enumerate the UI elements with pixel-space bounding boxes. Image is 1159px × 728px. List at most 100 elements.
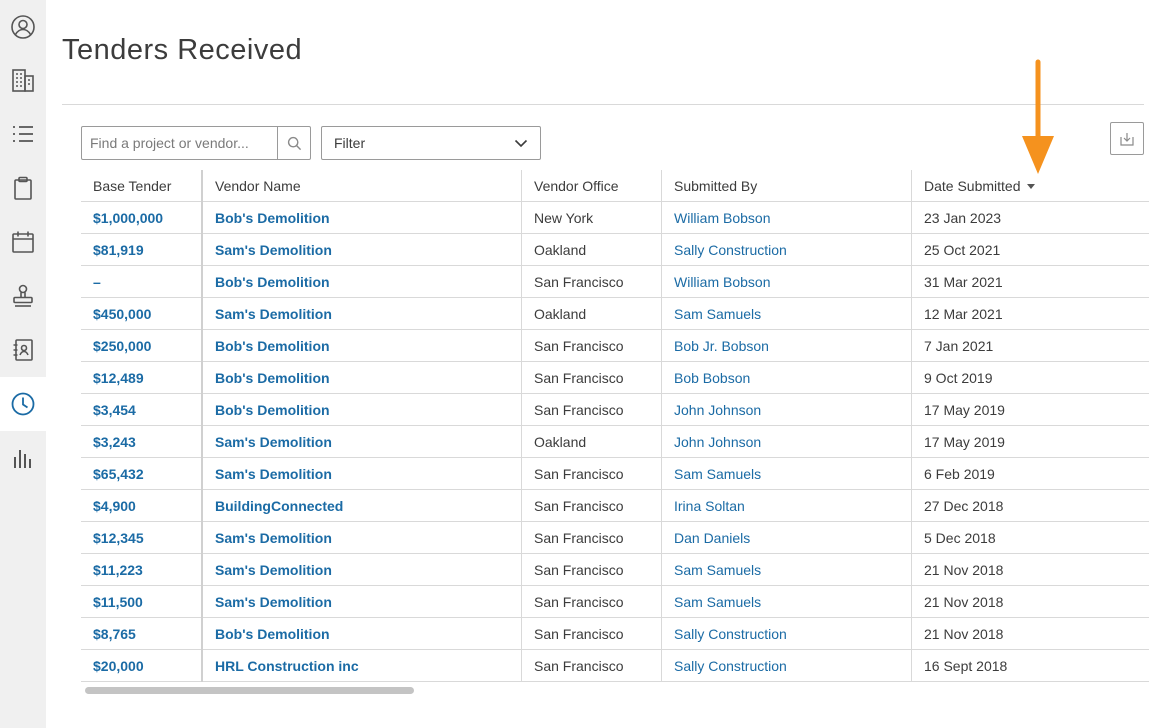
nav-address-book[interactable] — [0, 323, 46, 377]
submitted-by-link[interactable]: Bob Bobson — [661, 362, 911, 394]
base-tender-cell[interactable]: $11,223 — [81, 554, 201, 586]
date-submitted-cell: 27 Dec 2018 — [911, 490, 1149, 522]
table-row[interactable]: $11,500 Sam's Demolition San Francisco Sam … — [81, 586, 1149, 618]
date-submitted-cell: 21 Nov 2018 — [911, 618, 1149, 650]
annotation-arrow-icon — [1022, 59, 1054, 174]
vendor-name-link[interactable]: Sam's Demolition — [201, 298, 521, 330]
sort-desc-icon[interactable] — [1026, 183, 1035, 189]
arrow-head — [1022, 136, 1054, 174]
base-tender-cell[interactable]: – — [81, 266, 201, 298]
base-tender-cell[interactable]: $11,500 — [81, 586, 201, 618]
clock-icon — [11, 392, 35, 416]
base-tender-cell[interactable]: $450,000 — [81, 298, 201, 330]
base-tender-cell[interactable]: $1,000,000 — [81, 202, 201, 234]
nav-calendar[interactable] — [0, 215, 46, 269]
vendor-name-link[interactable]: BuildingConnected — [201, 490, 521, 522]
vendor-name-link[interactable]: Bob's Demolition — [201, 394, 521, 426]
nav-history[interactable] — [0, 377, 46, 431]
vendor-office-cell: Oakland — [521, 298, 661, 330]
submitted-by-link[interactable]: William Bobson — [661, 202, 911, 234]
header-base-tender[interactable]: Base Tender — [81, 170, 201, 202]
bar-chart-icon — [14, 450, 31, 468]
table-row[interactable]: $81,919 Sam's Demolition Oakland Sally Cons… — [81, 234, 1149, 266]
submitted-by-link[interactable]: Sally Construction — [661, 650, 911, 682]
table-row[interactable]: $1,000,000 Bob's Demolition New York Willia… — [81, 202, 1149, 234]
list-icon — [13, 126, 33, 142]
vendor-name-link[interactable]: Sam's Demolition — [201, 234, 521, 266]
date-submitted-cell: 12 Mar 2021 — [911, 298, 1149, 330]
table-row[interactable]: $11,223 Sam's Demolition San Francisco Sam … — [81, 554, 1149, 586]
submitted-by-link[interactable]: Sally Construction — [661, 234, 911, 266]
submitted-by-link[interactable]: Sally Construction — [661, 618, 911, 650]
vendor-office-cell: San Francisco — [521, 522, 661, 554]
table-row[interactable]: $4,900 BuildingConnected San Francisco Irin… — [81, 490, 1149, 522]
vendor-office-cell: San Francisco — [521, 650, 661, 682]
table-row[interactable]: $3,243 Sam's Demolition Oakland John Johnso… — [81, 426, 1149, 458]
table-row[interactable]: – Bob's Demolition San Francisco William Bo… — [81, 266, 1149, 298]
submitted-by-link[interactable]: William Bobson — [661, 266, 911, 298]
stamp-icon — [13, 284, 33, 307]
search-icon — [287, 136, 301, 150]
vendor-office-cell: San Francisco — [521, 554, 661, 586]
submitted-by-link[interactable]: Sam Samuels — [661, 554, 911, 586]
header-vendor-name[interactable]: Vendor Name — [201, 170, 521, 202]
base-tender-cell[interactable]: $3,454 — [81, 394, 201, 426]
submitted-by-link[interactable]: John Johnson — [661, 426, 911, 458]
base-tender-cell[interactable]: $8,765 — [81, 618, 201, 650]
header-date-submitted-label: Date Submitted — [924, 178, 1021, 194]
vendor-name-link[interactable]: Bob's Demolition — [201, 330, 521, 362]
table-row[interactable]: $3,454 Bob's Demolition San Francisco John … — [81, 394, 1149, 426]
header-vendor-office[interactable]: Vendor Office — [521, 170, 661, 202]
search-input[interactable] — [82, 127, 277, 159]
filter-dropdown[interactable]: Filter — [321, 126, 541, 160]
address-book-icon — [13, 339, 33, 361]
base-tender-cell[interactable]: $250,000 — [81, 330, 201, 362]
date-submitted-cell: 31 Mar 2021 — [911, 266, 1149, 298]
date-submitted-cell: 21 Nov 2018 — [911, 554, 1149, 586]
table-row[interactable]: $8,765 Bob's Demolition San Francisco Sally… — [81, 618, 1149, 650]
table-row[interactable]: $12,345 Sam's Demolition San Francisco Dan … — [81, 522, 1149, 554]
submitted-by-link[interactable]: Irina Soltan — [661, 490, 911, 522]
nav-list[interactable] — [0, 107, 46, 161]
vendor-name-link[interactable]: Sam's Demolition — [201, 554, 521, 586]
table-row[interactable]: $65,432 Sam's Demolition San Francisco Sam … — [81, 458, 1149, 490]
vendor-name-link[interactable]: Sam's Demolition — [201, 586, 521, 618]
table-header: Base Tender Vendor Name Vendor Office Su… — [81, 170, 1149, 202]
submitted-by-link[interactable]: Sam Samuels — [661, 298, 911, 330]
vendor-name-link[interactable]: Bob's Demolition — [201, 362, 521, 394]
submitted-by-link[interactable]: Sam Samuels — [661, 458, 911, 490]
table-row[interactable]: $250,000 Bob's Demolition San Francisco Bob… — [81, 330, 1149, 362]
vendor-name-link[interactable]: Bob's Demolition — [201, 266, 521, 298]
submitted-by-link[interactable]: John Johnson — [661, 394, 911, 426]
base-tender-cell[interactable]: $3,243 — [81, 426, 201, 458]
base-tender-cell[interactable]: $20,000 — [81, 650, 201, 682]
nav-companies[interactable] — [0, 53, 46, 107]
nav-stamp[interactable] — [0, 269, 46, 323]
vendor-name-link[interactable]: Bob's Demolition — [201, 618, 521, 650]
search-button[interactable] — [277, 127, 310, 159]
vendor-name-link[interactable]: Bob's Demolition — [201, 202, 521, 234]
nav-profile[interactable] — [0, 0, 46, 54]
vendor-name-link[interactable]: Sam's Demolition — [201, 426, 521, 458]
base-tender-cell[interactable]: $12,489 — [81, 362, 201, 394]
table-body: $1,000,000 Bob's Demolition New York Willia… — [81, 202, 1149, 682]
base-tender-cell[interactable]: $65,432 — [81, 458, 201, 490]
vendor-name-link[interactable]: Sam's Demolition — [201, 458, 521, 490]
export-button[interactable] — [1110, 122, 1144, 155]
vendor-name-link[interactable]: HRL Construction inc — [201, 650, 521, 682]
horizontal-scrollbar[interactable] — [85, 687, 414, 694]
nav-analytics[interactable] — [0, 431, 46, 485]
table-row[interactable]: $20,000 HRL Construction inc San Francisco… — [81, 650, 1149, 682]
submitted-by-link[interactable]: Sam Samuels — [661, 586, 911, 618]
table-row[interactable]: $450,000 Sam's Demolition Oakland Sam Samue… — [81, 298, 1149, 330]
nav-clipboard[interactable] — [0, 161, 46, 215]
header-submitted-by[interactable]: Submitted By — [661, 170, 911, 202]
submitted-by-link[interactable]: Dan Daniels — [661, 522, 911, 554]
base-tender-cell[interactable]: $12,345 — [81, 522, 201, 554]
date-submitted-cell: 6 Feb 2019 — [911, 458, 1149, 490]
vendor-name-link[interactable]: Sam's Demolition — [201, 522, 521, 554]
base-tender-cell[interactable]: $4,900 — [81, 490, 201, 522]
base-tender-cell[interactable]: $81,919 — [81, 234, 201, 266]
table-row[interactable]: $12,489 Bob's Demolition San Francisco Bob … — [81, 362, 1149, 394]
submitted-by-link[interactable]: Bob Jr. Bobson — [661, 330, 911, 362]
